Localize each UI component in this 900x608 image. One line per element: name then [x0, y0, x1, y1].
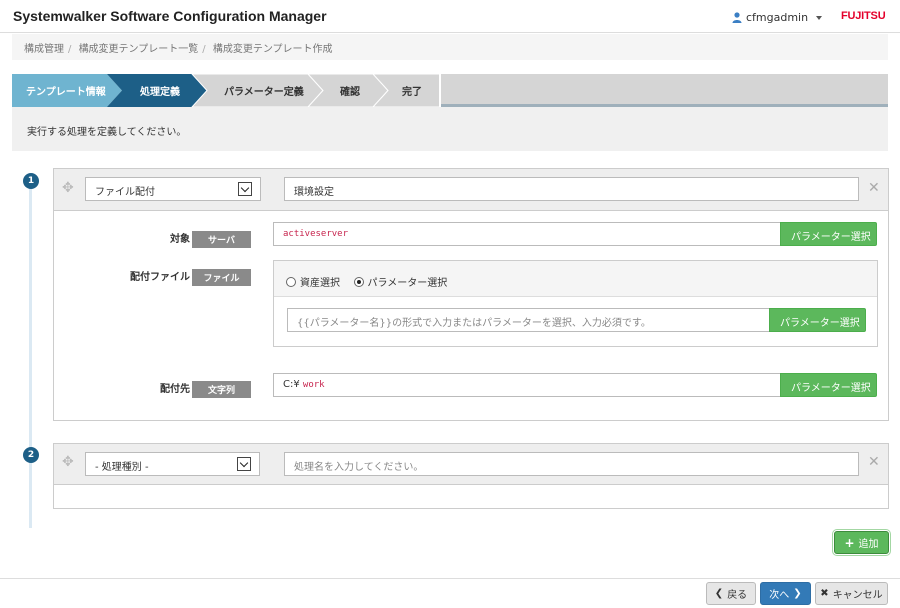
field-label-target: 対象 サーバ: [54, 230, 251, 248]
button-label: 戻る: [727, 590, 748, 601]
cancel-button[interactable]: ✖ キャンセル: [815, 582, 888, 605]
dist-file-panel: 資産選択 パラメーター選択 {{パラメーター名}}の形式で入力またはパラメーター…: [273, 260, 878, 347]
radio-parameter-select[interactable]: パラメーター選択: [353, 274, 448, 289]
dist-file-parameter-select-button[interactable]: パラメーター選択: [769, 308, 866, 336]
target-value: activeserver: [283, 229, 349, 239]
breadcrumb-item-template-list[interactable]: 構成変更テンプレート一覧: [79, 44, 199, 55]
breadcrumb-item-template-create: 構成変更テンプレート作成: [212, 44, 333, 55]
radio-asset-select[interactable]: 資産選択: [286, 274, 340, 289]
close-icon: ✖: [820, 588, 829, 599]
caret-down-icon: [796, 246, 802, 250]
chevron-left-icon: ❮: [714, 588, 724, 599]
wizard-steps: テンプレート情報 処理定義 パラメーター定義 確認 完了: [12, 74, 888, 107]
dest-value-prefix: C:¥: [283, 379, 300, 390]
radio-label: 資産選択: [300, 278, 340, 289]
target-parameter-select-button[interactable]: パラメーター選択: [780, 222, 877, 250]
button-label: キャンセル: [832, 590, 883, 601]
caret-down-icon: [785, 332, 791, 336]
target-input[interactable]: activeserver: [273, 222, 781, 246]
close-icon[interactable]: ✕: [868, 180, 880, 196]
drag-handle-icon[interactable]: ✥: [62, 454, 74, 470]
process-number-1: 1: [23, 173, 39, 189]
caret-down-icon: [796, 397, 802, 401]
radio-circle: [286, 276, 296, 287]
step-template-info: テンプレート情報: [26, 87, 106, 98]
breadcrumb-item-config[interactable]: 構成管理: [24, 44, 64, 55]
button-label: パラメーター選択: [791, 383, 871, 394]
chevron-down-icon: [816, 15, 823, 20]
chevron-down-icon: [238, 182, 252, 196]
step-description: 実行する処理を定義してください。: [12, 107, 888, 151]
process-type-select[interactable]: ファイル配付: [85, 177, 261, 201]
type-badge-string: 文字列: [192, 380, 251, 398]
user-name: cfmgadmin: [746, 11, 809, 24]
chevron-right-icon: ❯: [793, 588, 802, 599]
user-icon: [732, 12, 742, 23]
field-label-dist-file: 配付ファイル ファイル: [54, 268, 251, 286]
fujitsu-logo: FUJITSU: [841, 10, 886, 22]
dest-value-param: work: [302, 380, 325, 390]
field-label-text: 配付先: [160, 384, 190, 395]
dest-parameter-select-button[interactable]: パラメーター選択: [780, 373, 877, 401]
dist-file-input[interactable]: {{パラメーター名}}の形式で入力またはパラメーターを選択、入力必須です。: [287, 308, 770, 332]
back-button[interactable]: ❮ 戻る: [706, 582, 756, 605]
field-label-text: 対象: [170, 234, 190, 245]
close-icon[interactable]: ✕: [868, 454, 880, 470]
radio-label: パラメーター選択: [367, 278, 448, 289]
process-number-2: 2: [23, 447, 39, 463]
process-name-input[interactable]: 処理名を入力してください。: [284, 452, 859, 476]
field-label-dest: 配付先 文字列: [54, 380, 251, 398]
step-process-definition: 処理定義: [140, 87, 180, 98]
type-badge-server: サーバ: [192, 230, 251, 248]
radio-circle-selected: [353, 276, 364, 287]
chevron-down-icon: [237, 457, 251, 471]
button-label: パラメーター選択: [780, 318, 860, 329]
timeline-line: [29, 185, 32, 528]
button-label: パラメーター選択: [791, 232, 871, 243]
plus-icon: +: [844, 535, 855, 550]
process-type-select[interactable]: - 処理種別 -: [85, 452, 260, 476]
add-process-button[interactable]: + 追加: [832, 529, 891, 556]
button-label: 次へ: [769, 590, 790, 601]
drag-handle-icon[interactable]: ✥: [62, 180, 74, 196]
user-menu[interactable]: cfmgadmin: [732, 11, 823, 24]
dest-input[interactable]: C:¥ work: [273, 373, 781, 397]
process-type-value: ファイル配付: [95, 187, 155, 198]
breadcrumb-separator: /: [68, 44, 72, 55]
next-button[interactable]: 次へ ❯: [760, 582, 811, 605]
field-label-text: 配付ファイル: [130, 272, 190, 283]
button-label: 追加: [858, 539, 879, 550]
app-title: Systemwalker Software Configuration Mana…: [13, 8, 327, 24]
step-complete: 完了: [402, 87, 422, 98]
app-header: Systemwalker Software Configuration Mana…: [0, 0, 900, 33]
breadcrumb: 構成管理 / 構成変更テンプレート一覧 / 構成変更テンプレート作成: [12, 34, 888, 60]
dist-file-radio-group: 資産選択 パラメーター選択: [274, 261, 877, 297]
process-card-1: ✥ ファイル配付 環境設定 ✕ 対象 サーバ activeserver パラメータ…: [53, 168, 889, 421]
type-badge-file: ファイル: [192, 268, 251, 286]
footer-divider: [0, 578, 900, 579]
step-confirm: 確認: [340, 87, 360, 98]
process-card-2: ✥ - 処理種別 - 処理名を入力してください。 ✕: [53, 443, 889, 509]
step-parameter-definition: パラメーター定義: [224, 87, 304, 98]
breadcrumb-separator: /: [202, 44, 206, 55]
process-name-input[interactable]: 環境設定: [284, 177, 859, 201]
process-type-value: - 処理種別 -: [95, 462, 149, 473]
